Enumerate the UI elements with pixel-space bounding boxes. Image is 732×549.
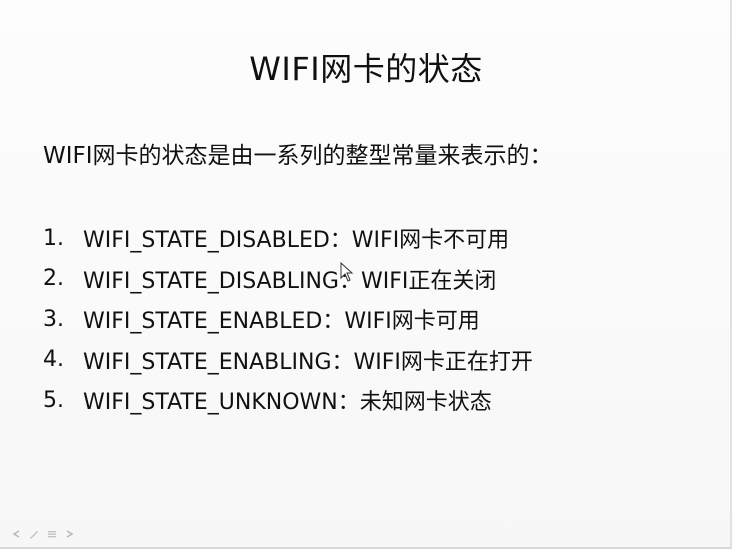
list-item: 5. WIFI_STATE_UNKNOWN：未知网卡状态 <box>43 380 533 421</box>
menu-icon[interactable] <box>46 528 58 540</box>
list-text: WIFI_STATE_ENABLING：WIFI网卡正在打开 <box>83 349 533 375</box>
list-number: 2. <box>43 266 64 292</box>
mouse-pointer-icon <box>340 262 354 282</box>
slide-title: WIFI网卡的状态 <box>249 50 483 88</box>
list-number: 4. <box>43 347 64 373</box>
list-item: 3. WIFI_STATE_ENABLED：WIFI网卡可用 <box>43 299 533 340</box>
slide: WIFI网卡的状态 WIFI网卡的状态是由一系列的整型常量来表示的： 1. WI… <box>0 0 732 549</box>
state-list: 1. WIFI_STATE_DISABLED：WIFI网卡不可用 2. WIFI… <box>43 218 533 421</box>
intro-text: WIFI网卡的状态是由一系列的整型常量来表示的： <box>43 143 553 169</box>
list-text: WIFI_STATE_DISABLED：WIFI网卡不可用 <box>83 228 510 254</box>
list-text: WIFI_STATE_ENABLED：WIFI网卡可用 <box>83 309 480 335</box>
list-item: 1. WIFI_STATE_DISABLED：WIFI网卡不可用 <box>43 218 533 259</box>
back-arrow-icon[interactable] <box>10 528 22 540</box>
list-item: 2. WIFI_STATE_DISABLING：WIFI正在关闭 <box>43 259 533 300</box>
slideshow-toolbar <box>10 528 76 540</box>
list-number: 5. <box>43 387 64 413</box>
pen-icon[interactable] <box>28 528 40 540</box>
list-number: 1. <box>43 225 64 251</box>
list-text: WIFI_STATE_UNKNOWN：未知网卡状态 <box>83 390 492 416</box>
forward-arrow-icon[interactable] <box>64 528 76 540</box>
list-text: WIFI_STATE_DISABLING：WIFI正在关闭 <box>83 268 497 294</box>
list-item: 4. WIFI_STATE_ENABLING：WIFI网卡正在打开 <box>43 340 533 381</box>
list-number: 3. <box>43 306 64 332</box>
